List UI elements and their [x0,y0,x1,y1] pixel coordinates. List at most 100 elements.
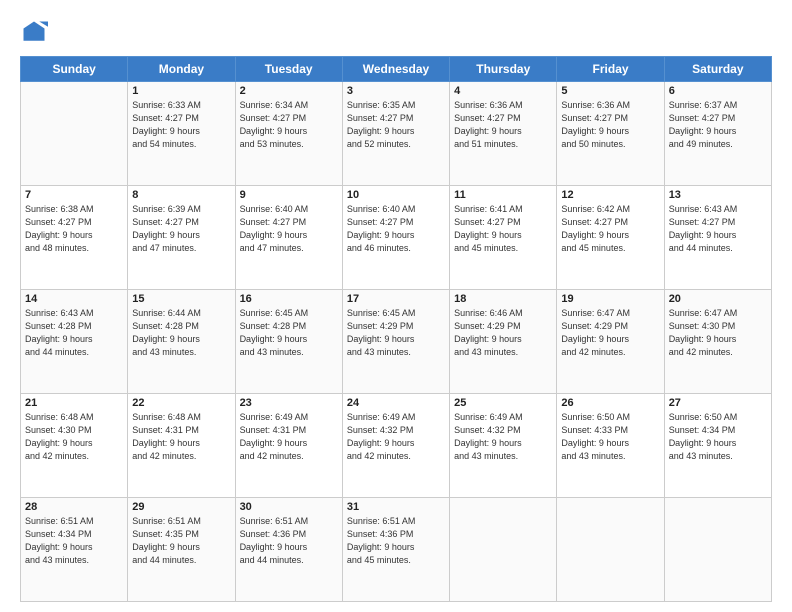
day-info: Sunrise: 6:48 AMSunset: 4:31 PMDaylight:… [132,411,230,463]
calendar-cell: 12 Sunrise: 6:42 AMSunset: 4:27 PMDayligh… [557,186,664,290]
day-number: 14 [25,293,123,305]
calendar-cell: 25 Sunrise: 6:49 AMSunset: 4:32 PMDayligh… [450,394,557,498]
calendar-cell: 23 Sunrise: 6:49 AMSunset: 4:31 PMDayligh… [235,394,342,498]
day-info: Sunrise: 6:45 AMSunset: 4:28 PMDaylight:… [240,307,338,359]
day-number: 17 [347,293,445,305]
day-info: Sunrise: 6:33 AMSunset: 4:27 PMDaylight:… [132,99,230,151]
calendar-cell: 11Sunrise: 6:41 AMSunset: 4:27 PMDayligh… [450,186,557,290]
calendar-cell: 8 Sunrise: 6:39 AMSunset: 4:27 PMDaylight… [128,186,235,290]
calendar-cell: 21 Sunrise: 6:48 AMSunset: 4:30 PMDayligh… [21,394,128,498]
day-number: 22 [132,397,230,409]
page: SundayMondayTuesdayWednesdayThursdayFrid… [0,0,792,612]
day-info: Sunrise: 6:44 AMSunset: 4:28 PMDaylight:… [132,307,230,359]
calendar-cell: 5Sunrise: 6:36 AMSunset: 4:27 PMDaylight… [557,82,664,186]
calendar-cell [450,498,557,602]
day-number: 7 [25,189,123,201]
day-number: 12 [561,189,659,201]
day-info: Sunrise: 6:39 AMSunset: 4:27 PMDaylight:… [132,203,230,255]
calendar-cell: 16 Sunrise: 6:45 AMSunset: 4:28 PMDayligh… [235,290,342,394]
day-number: 31 [347,501,445,513]
day-info: Sunrise: 6:48 AMSunset: 4:30 PMDaylight:… [25,411,123,463]
calendar-cell: 7 Sunrise: 6:38 AMSunset: 4:27 PMDaylight… [21,186,128,290]
calendar-cell: 24 Sunrise: 6:49 AMSunset: 4:32 PMDayligh… [342,394,449,498]
calendar-cell: 27Sunrise: 6:50 AMSunset: 4:34 PMDayligh… [664,394,771,498]
calendar-cell: 30Sunrise: 6:51 AMSunset: 4:36 PMDayligh… [235,498,342,602]
day-info: Sunrise: 6:51 AMSunset: 4:36 PMDaylight:… [347,515,445,567]
calendar-cell: 20Sunrise: 6:47 AMSunset: 4:30 PMDayligh… [664,290,771,394]
day-number: 24 [347,397,445,409]
calendar-cell: 10Sunrise: 6:40 AMSunset: 4:27 PMDayligh… [342,186,449,290]
day-number: 21 [25,397,123,409]
calendar-table: SundayMondayTuesdayWednesdayThursdayFrid… [20,56,772,602]
day-number: 26 [561,397,659,409]
day-info: Sunrise: 6:43 AMSunset: 4:27 PMDaylight:… [669,203,767,255]
day-number: 25 [454,397,552,409]
day-info: Sunrise: 6:51 AMSunset: 4:36 PMDaylight:… [240,515,338,567]
calendar-cell: 13 Sunrise: 6:43 AMSunset: 4:27 PMDayligh… [664,186,771,290]
logo [20,18,52,46]
calendar-cell: 4 Sunrise: 6:36 AMSunset: 4:27 PMDaylight… [450,82,557,186]
day-info: Sunrise: 6:37 AMSunset: 4:27 PMDaylight:… [669,99,767,151]
day-info: Sunrise: 6:51 AMSunset: 4:35 PMDaylight:… [132,515,230,567]
day-info: Sunrise: 6:34 AMSunset: 4:27 PMDaylight:… [240,99,338,151]
day-number: 4 [454,85,552,97]
day-number: 28 [25,501,123,513]
day-info: Sunrise: 6:40 AMSunset: 4:27 PMDaylight:… [347,203,445,255]
calendar-cell: 15Sunrise: 6:44 AMSunset: 4:28 PMDayligh… [128,290,235,394]
day-info: Sunrise: 6:46 AMSunset: 4:29 PMDaylight:… [454,307,552,359]
day-info: Sunrise: 6:51 AMSunset: 4:34 PMDaylight:… [25,515,123,567]
day-number: 5 [561,85,659,97]
day-info: Sunrise: 6:50 AMSunset: 4:34 PMDaylight:… [669,411,767,463]
calendar-cell: 26 Sunrise: 6:50 AMSunset: 4:33 PMDayligh… [557,394,664,498]
logo-icon [20,18,48,46]
day-info: Sunrise: 6:42 AMSunset: 4:27 PMDaylight:… [561,203,659,255]
day-info: Sunrise: 6:36 AMSunset: 4:27 PMDaylight:… [454,99,552,151]
weekday-header-thursday: Thursday [450,57,557,82]
day-number: 29 [132,501,230,513]
day-info: Sunrise: 6:47 AMSunset: 4:29 PMDaylight:… [561,307,659,359]
calendar-cell: 19 Sunrise: 6:47 AMSunset: 4:29 PMDayligh… [557,290,664,394]
day-number: 18 [454,293,552,305]
day-info: Sunrise: 6:49 AMSunset: 4:31 PMDaylight:… [240,411,338,463]
day-number: 6 [669,85,767,97]
weekday-header-row: SundayMondayTuesdayWednesdayThursdayFrid… [21,57,772,82]
day-number: 13 [669,189,767,201]
weekday-header-sunday: Sunday [21,57,128,82]
calendar-cell: 3 Sunrise: 6:35 AMSunset: 4:27 PMDaylight… [342,82,449,186]
calendar-cell: 9Sunrise: 6:40 AMSunset: 4:27 PMDaylight… [235,186,342,290]
week-row-5: 28 Sunrise: 6:51 AMSunset: 4:34 PMDayligh… [21,498,772,602]
calendar-cell: 14Sunrise: 6:43 AMSunset: 4:28 PMDayligh… [21,290,128,394]
day-info: Sunrise: 6:41 AMSunset: 4:27 PMDaylight:… [454,203,552,255]
calendar-cell: 28 Sunrise: 6:51 AMSunset: 4:34 PMDayligh… [21,498,128,602]
day-number: 8 [132,189,230,201]
calendar-cell: 31 Sunrise: 6:51 AMSunset: 4:36 PMDayligh… [342,498,449,602]
weekday-header-monday: Monday [128,57,235,82]
week-row-2: 7 Sunrise: 6:38 AMSunset: 4:27 PMDaylight… [21,186,772,290]
week-row-3: 14Sunrise: 6:43 AMSunset: 4:28 PMDayligh… [21,290,772,394]
calendar-cell: 17 Sunrise: 6:45 AMSunset: 4:29 PMDayligh… [342,290,449,394]
calendar-cell [21,82,128,186]
header [20,18,772,46]
day-info: Sunrise: 6:47 AMSunset: 4:30 PMDaylight:… [669,307,767,359]
day-info: Sunrise: 6:38 AMSunset: 4:27 PMDaylight:… [25,203,123,255]
day-number: 16 [240,293,338,305]
calendar-cell [664,498,771,602]
day-info: Sunrise: 6:45 AMSunset: 4:29 PMDaylight:… [347,307,445,359]
calendar-cell: 18 Sunrise: 6:46 AMSunset: 4:29 PMDayligh… [450,290,557,394]
weekday-header-saturday: Saturday [664,57,771,82]
day-info: Sunrise: 6:35 AMSunset: 4:27 PMDaylight:… [347,99,445,151]
day-number: 9 [240,189,338,201]
calendar-cell: 6 Sunrise: 6:37 AMSunset: 4:27 PMDaylight… [664,82,771,186]
day-number: 19 [561,293,659,305]
calendar-cell: 22 Sunrise: 6:48 AMSunset: 4:31 PMDayligh… [128,394,235,498]
week-row-4: 21 Sunrise: 6:48 AMSunset: 4:30 PMDayligh… [21,394,772,498]
day-number: 23 [240,397,338,409]
day-info: Sunrise: 6:50 AMSunset: 4:33 PMDaylight:… [561,411,659,463]
day-info: Sunrise: 6:49 AMSunset: 4:32 PMDaylight:… [347,411,445,463]
weekday-header-friday: Friday [557,57,664,82]
day-number: 3 [347,85,445,97]
calendar-cell: 2Sunrise: 6:34 AMSunset: 4:27 PMDaylight… [235,82,342,186]
day-info: Sunrise: 6:49 AMSunset: 4:32 PMDaylight:… [454,411,552,463]
weekday-header-tuesday: Tuesday [235,57,342,82]
weekday-header-wednesday: Wednesday [342,57,449,82]
